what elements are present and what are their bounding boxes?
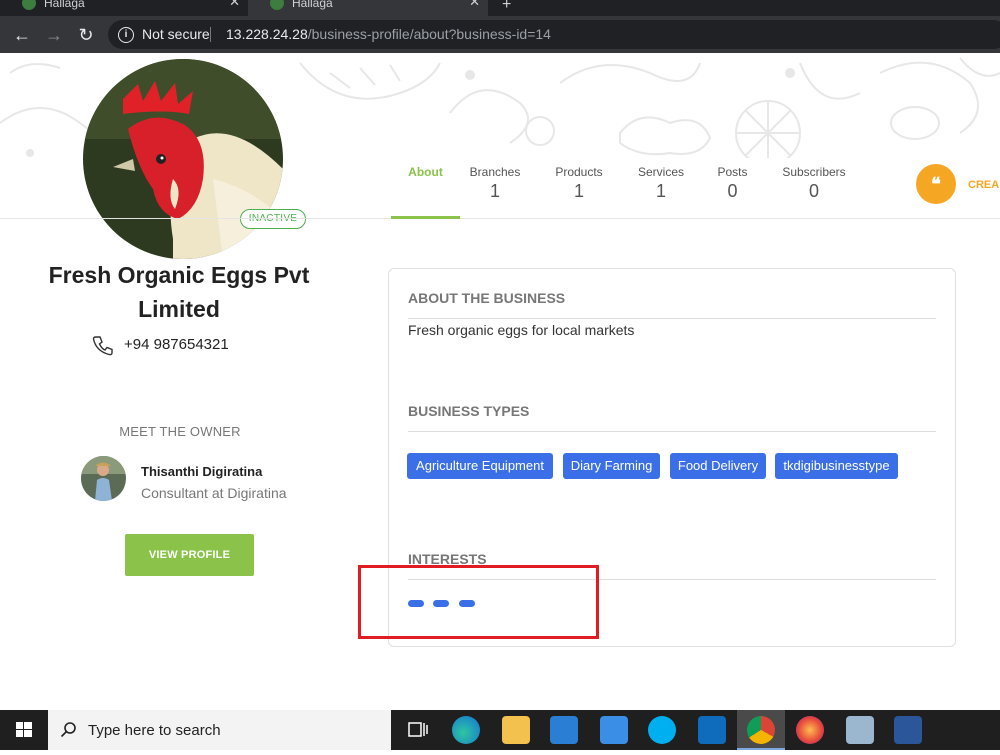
browser-tab-title: Hallaga (292, 0, 333, 10)
quote-icon[interactable]: ❝ (916, 164, 956, 204)
divider (408, 431, 936, 432)
highlight-annotation (358, 565, 599, 639)
reload-icon[interactable]: ↻ (75, 24, 97, 46)
address-bar-row: ← → ↻ i Not secure 13.228.24.28/business… (0, 16, 1000, 53)
store-icon[interactable] (550, 716, 578, 744)
business-type-tag[interactable]: Agriculture Equipment (407, 453, 553, 479)
owner-avatar (81, 456, 126, 501)
business-types-title: BUSINESS TYPES (408, 403, 530, 419)
tab-label: Subscribers (782, 165, 846, 179)
tab-count: 1 (655, 181, 666, 201)
taskbar-search[interactable]: Type here to search (48, 710, 391, 750)
task-view-icon[interactable] (404, 716, 432, 744)
favicon-icon (22, 0, 36, 10)
tab-label: Branches (469, 165, 521, 179)
back-icon[interactable]: ← (11, 24, 33, 46)
tab-subscribers[interactable]: Subscribers 0 (779, 158, 849, 218)
browser-tab[interactable]: Hallaga ✕ (0, 0, 248, 16)
tab-services[interactable]: Services 1 (631, 158, 691, 218)
search-placeholder: Type here to search (88, 722, 221, 739)
browser-tab-strip: Hallaga ✕ Hallaga ✕ + (0, 0, 1000, 16)
favicon-icon (270, 0, 284, 10)
firefox-icon[interactable] (796, 716, 824, 744)
business-type-tag[interactable]: Diary Farming (563, 453, 660, 479)
new-tab-icon[interactable]: + (502, 0, 511, 14)
url-host: 13.228.24.28 (226, 26, 308, 42)
tab-count: 0 (808, 181, 819, 201)
forward-icon[interactable]: → (43, 24, 65, 46)
browser-tab-title: Hallaga (44, 0, 85, 10)
windows-taskbar: Type here to search (0, 710, 1000, 750)
divider (408, 318, 936, 319)
phone-icon (92, 336, 113, 356)
file-explorer-icon[interactable] (502, 716, 530, 744)
about-title: ABOUT THE BUSINESS (408, 290, 566, 306)
tab-label: Posts (717, 165, 748, 179)
divider (210, 27, 211, 42)
mail-icon[interactable] (600, 716, 628, 744)
tab-count: 1 (573, 181, 584, 201)
outlook-icon[interactable] (698, 716, 726, 744)
edge-icon[interactable] (452, 716, 480, 744)
phone-number: +94 987654321 (124, 336, 229, 353)
business-type-tag[interactable]: Food Delivery (670, 453, 766, 479)
view-profile-button[interactable]: VIEW PROFILE (125, 534, 254, 576)
profile-tabs: About Branches 1 Products 1 Services 1 P… (0, 158, 1000, 219)
create-button-label[interactable]: CREA (968, 179, 999, 191)
close-tab-icon[interactable]: ✕ (229, 0, 240, 8)
windows-start-icon[interactable] (0, 710, 48, 750)
tab-count: 0 (727, 181, 738, 201)
tab-about[interactable]: About (391, 158, 460, 219)
address-bar[interactable]: i Not secure 13.228.24.28/business-profi… (108, 20, 1000, 49)
owner-role: Consultant at Digiratina (141, 485, 287, 501)
tab-products[interactable]: Products 1 (549, 158, 609, 218)
close-tab-icon[interactable]: ✕ (469, 0, 480, 8)
tab-label: Products (555, 165, 603, 179)
browser-tab-active[interactable]: Hallaga ✕ (248, 0, 488, 16)
business-type-tag[interactable]: tkdigibusinesstype (775, 453, 898, 479)
tab-label: Services (637, 165, 684, 179)
url-text[interactable]: 13.228.24.28/business-profile/about?busi… (226, 20, 551, 49)
tab-branches[interactable]: Branches 1 (465, 158, 525, 218)
meet-owner-title: MEET THE OWNER (119, 424, 241, 439)
active-tab-indicator (391, 216, 460, 219)
business-name: Fresh Organic Eggs Pvt Limited (48, 262, 310, 322)
security-label[interactable]: Not secure (142, 20, 210, 49)
owner-name: Thisanthi Digiratina (141, 464, 263, 479)
chrome-icon[interactable] (747, 716, 775, 744)
app-icon[interactable] (846, 716, 874, 744)
search-icon (60, 722, 76, 738)
word-icon[interactable] (894, 716, 922, 744)
tab-label: About (408, 165, 443, 179)
about-description: Fresh organic eggs for local markets (408, 322, 635, 338)
url-path: /business-profile/about?business-id=14 (307, 26, 551, 42)
tab-posts[interactable]: Posts 0 (709, 158, 756, 218)
skype-icon[interactable] (648, 716, 676, 744)
tab-count: 1 (489, 181, 500, 201)
info-icon[interactable]: i (118, 27, 134, 43)
